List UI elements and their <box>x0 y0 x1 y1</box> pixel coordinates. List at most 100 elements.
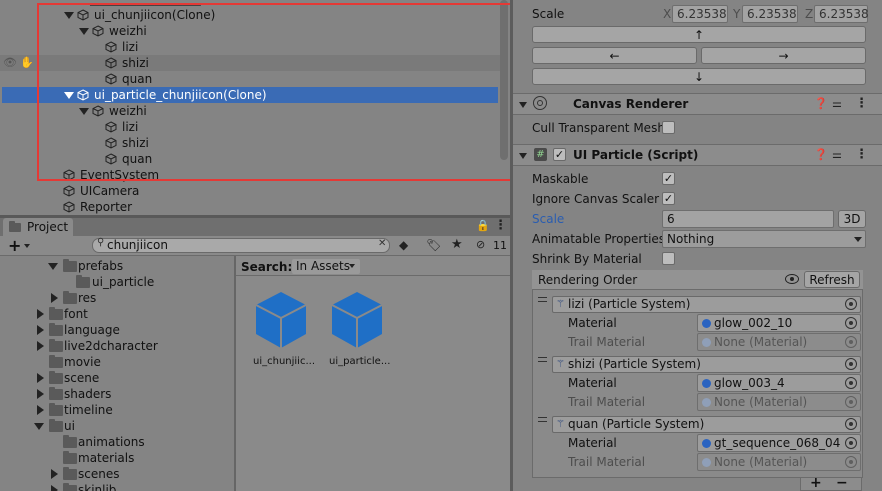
add-dropdown-icon[interactable] <box>24 244 30 248</box>
toggle-3d-button[interactable]: 3D <box>838 210 866 228</box>
remove-item-button[interactable]: − <box>836 475 848 491</box>
object-picker-icon[interactable] <box>845 298 857 310</box>
tree-item[interactable]: live2dcharacter <box>0 338 234 354</box>
object-picker-icon[interactable] <box>845 437 857 449</box>
tree-item[interactable]: font <box>0 306 234 322</box>
preset-sliders-icon[interactable]: ⚌ <box>832 97 842 110</box>
search-input[interactable]: chunjiicon <box>107 238 168 252</box>
foldout-arrow-icon[interactable] <box>519 102 527 108</box>
visibility-eye-icon[interactable]: 👁 <box>3 55 17 71</box>
hidden-packages-icon[interactable]: ⊘ <box>476 238 485 251</box>
tree-item[interactable]: scene <box>0 370 234 386</box>
up-arrow-button[interactable]: ↑ <box>532 26 866 43</box>
trail-material-field[interactable]: None (Material) <box>697 453 861 471</box>
trail-material-value: None (Material) <box>714 455 808 469</box>
hierarchy-item[interactable]: UICamera <box>0 183 500 199</box>
object-picker-icon[interactable] <box>845 358 857 370</box>
collapse-arrow-icon[interactable] <box>37 405 44 415</box>
scale-z-field[interactable]: 6.23538 <box>814 5 869 23</box>
collapse-arrow-icon[interactable] <box>37 373 44 383</box>
kebab-menu-icon[interactable]: ⋮ <box>855 96 868 111</box>
maskable-checkbox[interactable]: ✓ <box>662 172 675 185</box>
particle-system-header[interactable]: ⚚ shizi (Particle System) <box>552 356 861 373</box>
tree-item-label: font <box>64 307 88 321</box>
collapse-arrow-icon[interactable] <box>37 389 44 399</box>
tree-item[interactable]: language <box>0 322 234 338</box>
component-enabled-checkbox[interactable]: ✓ <box>553 148 566 161</box>
hierarchy-item[interactable]: Reporter <box>0 199 500 215</box>
favorite-star-icon[interactable]: ★ <box>451 237 463 252</box>
collapse-arrow-icon[interactable] <box>51 293 58 303</box>
asset-item[interactable]: ui_particle... <box>326 290 390 370</box>
cull-transparent-checkbox[interactable] <box>662 121 675 134</box>
scale-z-value: 6.23538 <box>819 7 869 21</box>
asset-label: ui_chunjiic... <box>253 356 315 367</box>
down-arrow-button[interactable]: ↓ <box>532 68 866 85</box>
animatable-properties-dropdown[interactable]: Nothing <box>662 230 866 248</box>
expand-arrow-icon[interactable] <box>48 263 58 270</box>
kebab-menu-icon[interactable]: ⋮ <box>855 147 868 162</box>
search-icon: ⚲ <box>97 237 105 248</box>
project-tab-bar <box>0 218 512 236</box>
particle-scale-field[interactable]: 6 <box>662 210 834 228</box>
scale-x-field[interactable]: 6.23538 <box>672 5 728 23</box>
kebab-menu-icon[interactable]: ⋮ <box>494 218 507 233</box>
tree-item[interactable]: ui <box>0 418 234 434</box>
collapse-arrow-icon[interactable] <box>37 341 44 351</box>
pickable-hand-icon[interactable]: ✋ <box>20 55 34 71</box>
add-button[interactable]: + <box>8 236 21 255</box>
object-picker-icon[interactable] <box>845 377 857 389</box>
refresh-button[interactable]: Refresh <box>804 271 860 288</box>
search-field[interactable]: ⚲ chunjiicon ✕ <box>92 237 390 253</box>
tree-item[interactable]: timeline <box>0 402 234 418</box>
tree-item[interactable]: prefabs <box>0 258 234 274</box>
lock-icon[interactable]: 🔒 <box>476 219 490 232</box>
tree-item[interactable]: ui_particle <box>0 274 234 290</box>
collapse-arrow-icon[interactable] <box>51 485 58 491</box>
material-label: Material <box>568 376 617 390</box>
collapse-arrow-icon[interactable] <box>37 325 44 335</box>
tree-item[interactable]: res <box>0 290 234 306</box>
tree-item[interactable]: animations <box>0 434 234 450</box>
object-picker-icon[interactable] <box>845 336 857 348</box>
drag-handle-icon[interactable] <box>538 417 547 422</box>
add-item-button[interactable]: + <box>810 475 822 491</box>
material-field[interactable]: gt_sequence_068_04 <box>697 434 861 452</box>
right-arrow-button[interactable]: → <box>701 47 866 64</box>
ignore-canvas-scaler-checkbox[interactable]: ✓ <box>662 192 675 205</box>
object-picker-icon[interactable] <box>845 396 857 408</box>
scale-y-field[interactable]: 6.23538 <box>742 5 798 23</box>
trail-material-field[interactable]: None (Material) <box>697 333 861 351</box>
material-field[interactable]: glow_002_10 <box>697 314 861 332</box>
label-filter-icon[interactable]: 🏷 <box>426 238 441 252</box>
tree-item[interactable]: shaders <box>0 386 234 402</box>
particle-system-header[interactable]: ⚚ lizi (Particle System) <box>552 296 861 313</box>
tab-project[interactable]: Project <box>3 218 73 236</box>
tree-item[interactable]: skinlib <box>0 482 234 491</box>
drag-handle-icon[interactable] <box>538 297 547 302</box>
clear-search-icon[interactable]: ✕ <box>378 238 386 249</box>
collapse-arrow-icon[interactable] <box>37 309 44 319</box>
material-field[interactable]: glow_003_4 <box>697 374 861 392</box>
foldout-arrow-icon[interactable] <box>519 153 527 159</box>
particle-system-header[interactable]: ⚚ quan (Particle System) <box>552 416 861 433</box>
shrink-by-material-checkbox[interactable] <box>662 252 675 265</box>
object-picker-icon[interactable] <box>845 456 857 468</box>
help-icon[interactable]: ❓ <box>814 97 828 110</box>
expand-arrow-icon[interactable] <box>34 423 44 430</box>
collapse-arrow-icon[interactable] <box>51 469 58 479</box>
trail-material-field[interactable]: None (Material) <box>697 393 861 411</box>
left-arrow-button[interactable]: ← <box>532 47 697 64</box>
object-picker-icon[interactable] <box>845 317 857 329</box>
tree-item[interactable]: scenes <box>0 466 234 482</box>
help-icon[interactable]: ❓ <box>814 148 828 161</box>
drag-handle-icon[interactable] <box>538 357 547 362</box>
scope-dropdown[interactable]: In Assets <box>292 259 360 274</box>
folder-icon <box>49 355 63 368</box>
asset-item[interactable]: ui_chunjiic... <box>250 290 315 370</box>
object-picker-icon[interactable] <box>845 418 857 430</box>
tree-item[interactable]: movie <box>0 354 234 370</box>
type-filter-icon[interactable]: ◆ <box>399 238 408 252</box>
tree-item[interactable]: materials <box>0 450 234 466</box>
preset-sliders-icon[interactable]: ⚌ <box>832 148 842 161</box>
